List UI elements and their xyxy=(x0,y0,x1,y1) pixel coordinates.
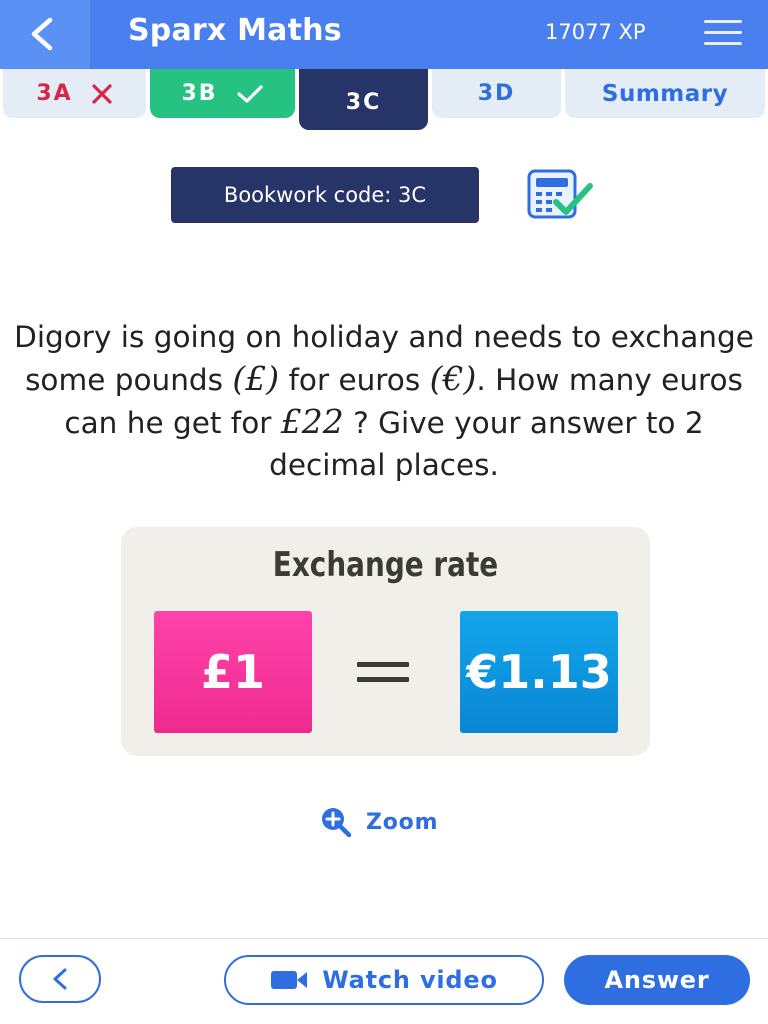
footer-divider xyxy=(0,938,768,939)
tab-label: 3A xyxy=(36,81,73,106)
zoom-button[interactable]: Zoom xyxy=(320,806,438,838)
tab-3d[interactable]: 3D xyxy=(432,69,561,118)
tab-label: 3C xyxy=(345,90,382,115)
watch-video-button[interactable]: Watch video xyxy=(224,955,544,1005)
euro-symbol: (€) xyxy=(429,359,477,398)
tab-label: Summary xyxy=(601,80,729,107)
question-amount: £22 xyxy=(280,402,344,441)
zoom-label: Zoom xyxy=(366,809,439,835)
answer-button[interactable]: Answer xyxy=(564,955,750,1005)
bookwork-code-label: Bookwork code: 3C xyxy=(223,183,427,207)
tab-label: 3D xyxy=(477,81,516,106)
exchange-rate-title: Exchange rate xyxy=(272,545,499,585)
check-icon xyxy=(236,83,264,105)
xp-counter: 17077 XP xyxy=(545,20,646,44)
tab-3b[interactable]: 3B xyxy=(150,69,295,118)
hamburger-menu-icon xyxy=(704,20,744,45)
euro-value: €1.13 xyxy=(466,645,612,699)
question-text: Digory is going on holiday and needs to … xyxy=(10,316,758,486)
pound-value: £1 xyxy=(200,645,265,699)
answer-label: Answer xyxy=(604,966,710,994)
question-part-2: for euros xyxy=(279,363,430,397)
tab-label: 3B xyxy=(181,81,218,106)
euro-value-box: €1.13 xyxy=(460,611,618,733)
chevron-left-icon xyxy=(53,968,67,990)
app-title: Sparx Maths xyxy=(128,13,342,48)
equals-sign xyxy=(357,662,409,692)
video-camera-icon xyxy=(271,971,308,989)
tab-summary[interactable]: Summary xyxy=(565,69,765,118)
chevron-left-icon xyxy=(31,17,53,51)
cross-icon xyxy=(91,83,113,105)
bookwork-code-badge: Bookwork code: 3C xyxy=(171,167,479,223)
hamburger-menu-button[interactable] xyxy=(704,20,744,50)
bookwork-check-icon[interactable] xyxy=(526,168,594,222)
tab-3a[interactable]: 3A xyxy=(3,69,146,118)
footer-back-button[interactable] xyxy=(19,955,101,1003)
pound-value-box: £1 xyxy=(154,611,312,733)
exchange-rate-card: Exchange rate £1 €1.13 xyxy=(121,527,650,756)
pound-symbol: (£) xyxy=(232,359,280,398)
app-header: Sparx Maths 17077 XP xyxy=(0,0,768,69)
header-back-button[interactable] xyxy=(22,14,62,54)
watch-video-label: Watch video xyxy=(322,966,498,994)
tab-3c[interactable]: 3C xyxy=(299,69,428,130)
zoom-in-icon xyxy=(322,808,352,838)
